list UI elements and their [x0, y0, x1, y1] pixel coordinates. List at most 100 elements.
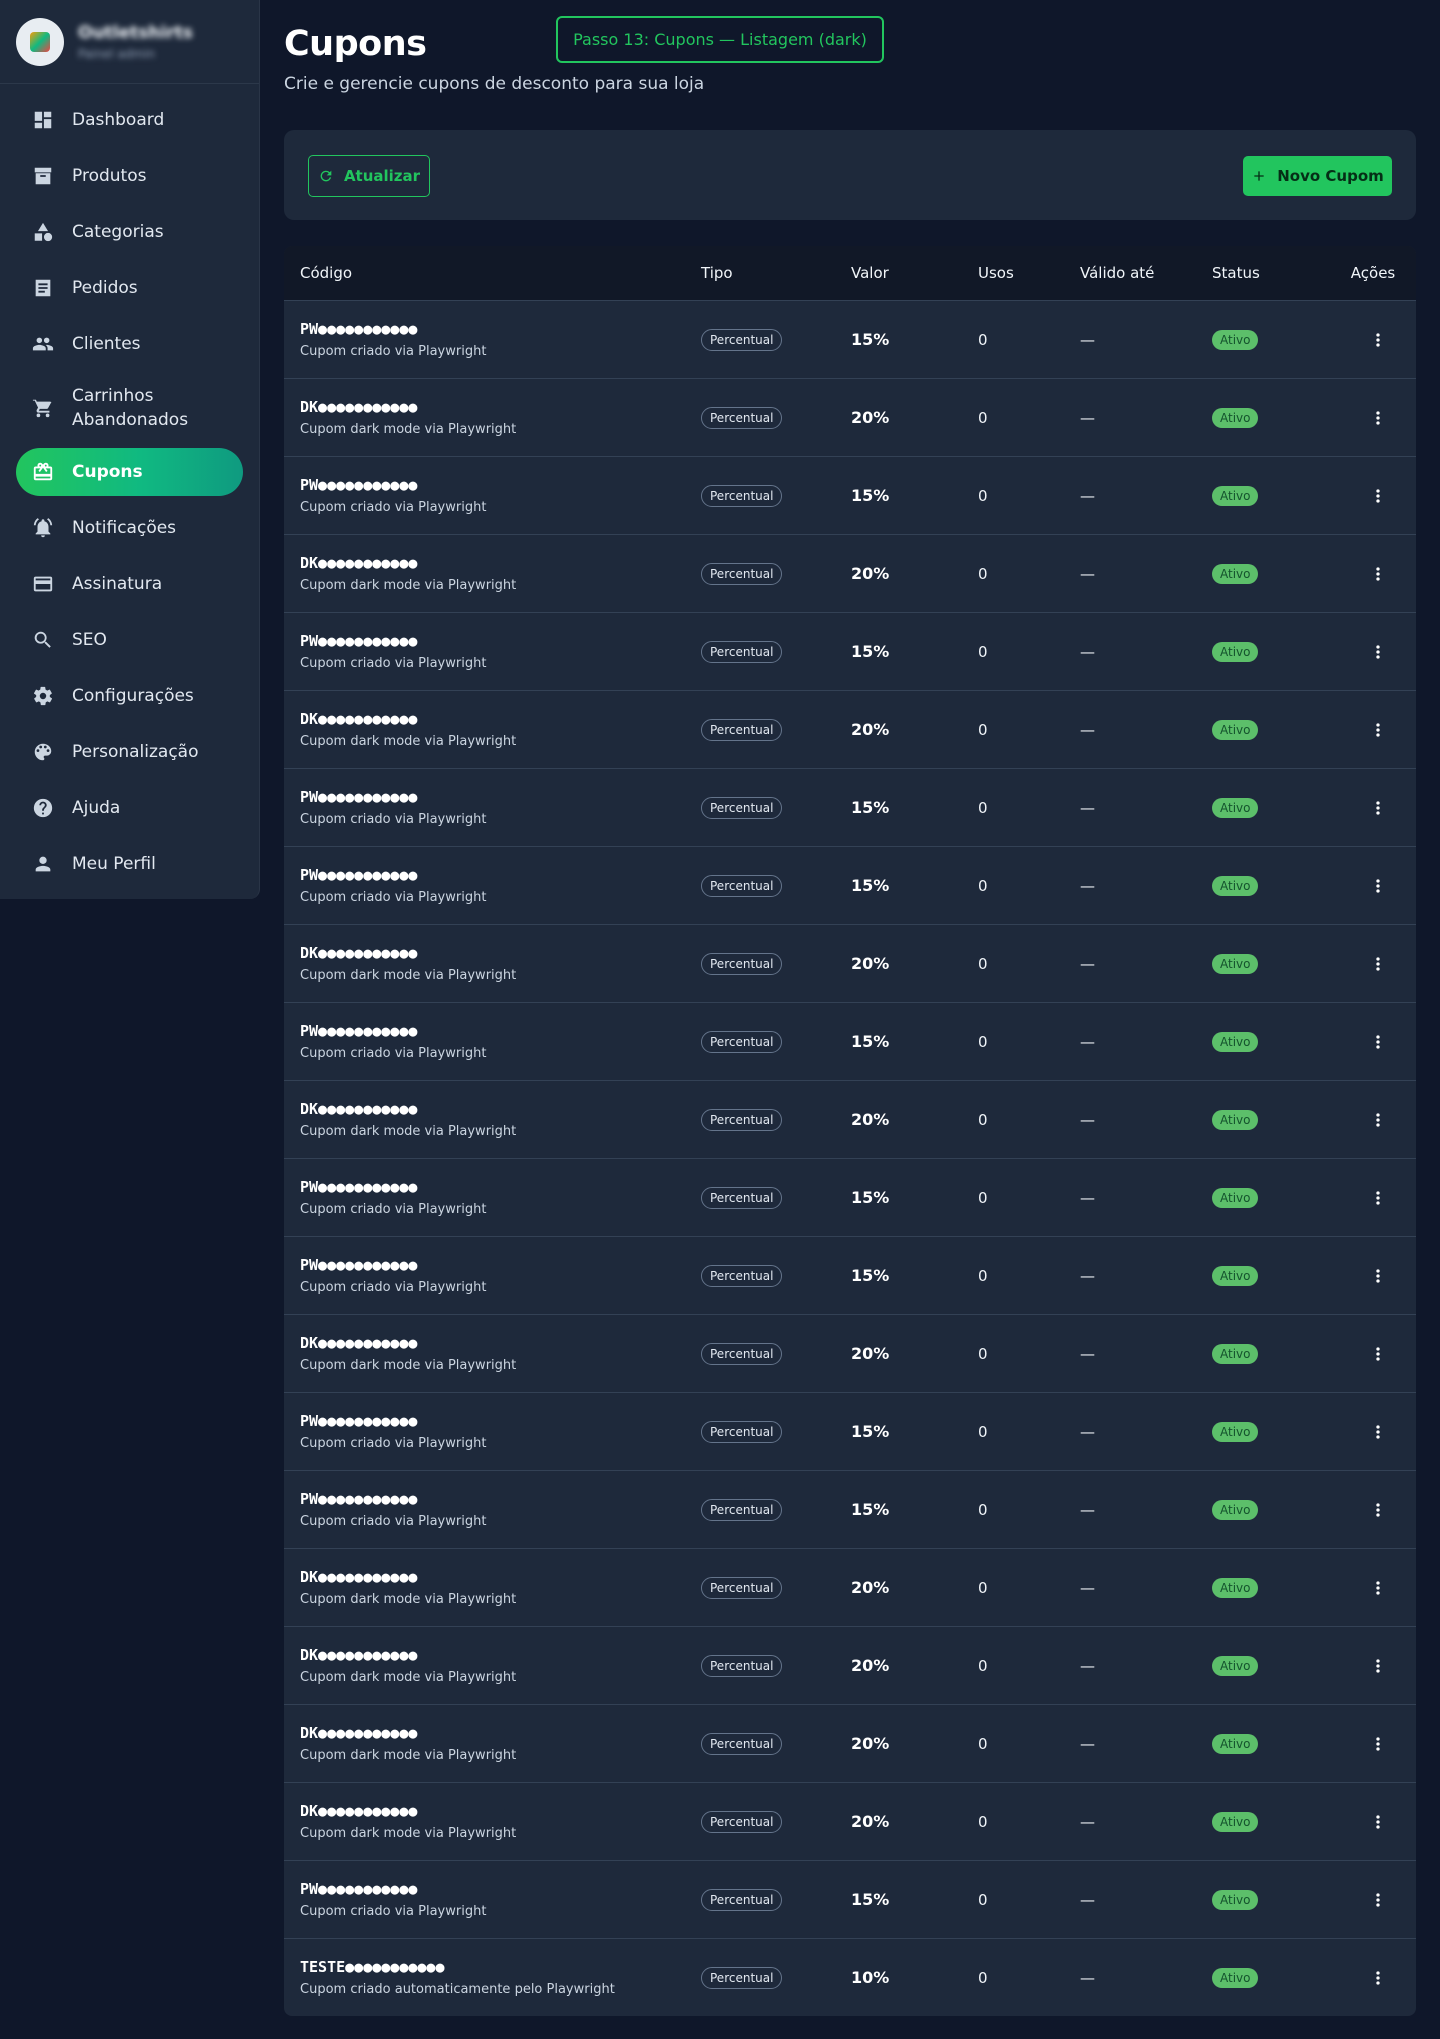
coupon-description: Cupom dark mode via Playwright [300, 422, 517, 437]
column-header-status[interactable]: Status [1212, 264, 1340, 282]
more-vert-icon[interactable] [1368, 1500, 1388, 1520]
sidebar-item-produtos[interactable]: Produtos [16, 152, 243, 200]
table-row[interactable]: DK●●●●●●●●●●● Cupom dark mode via Playwri… [284, 691, 1416, 769]
coupon-code: PW●●●●●●●●●●● [300, 1412, 418, 1430]
more-vert-icon[interactable] [1368, 1968, 1388, 1988]
table-row[interactable]: PW●●●●●●●●●●● Cupom criado via Playwright… [284, 1159, 1416, 1237]
store-header[interactable]: Outletshirts Painel admin [0, 0, 259, 84]
table-row[interactable]: DK●●●●●●●●●●● Cupom dark mode via Playwri… [284, 1705, 1416, 1783]
column-header-valor[interactable]: Valor [851, 264, 978, 282]
sidebar-item-ajuda[interactable]: Ajuda [16, 784, 243, 832]
sidebar-item-configuracoes[interactable]: Configurações [16, 672, 243, 720]
sidebar-item-clientes[interactable]: Clientes [16, 320, 243, 368]
more-vert-icon[interactable] [1368, 1032, 1388, 1052]
actions-cell [1340, 1890, 1416, 1910]
refresh-icon [320, 170, 332, 182]
column-header-tipo[interactable]: Tipo [701, 264, 851, 282]
table-row[interactable]: PW●●●●●●●●●●● Cupom criado via Playwright… [284, 847, 1416, 925]
more-vert-icon[interactable] [1368, 642, 1388, 662]
table-row[interactable]: DK●●●●●●●●●●● Cupom dark mode via Playwri… [284, 925, 1416, 1003]
sidebar-item-notificacoes[interactable]: Notificações [16, 504, 243, 552]
table-row[interactable]: DK●●●●●●●●●●● Cupom dark mode via Playwri… [284, 1783, 1416, 1861]
sidebar-item-personalizacao[interactable]: Personalização [16, 728, 243, 776]
new-coupon-button[interactable]: Novo Cupom [1243, 156, 1392, 196]
valid-until-cell: — [1080, 1266, 1095, 1285]
more-vert-icon[interactable] [1368, 330, 1388, 350]
sidebar-item-pedidos[interactable]: Pedidos [16, 264, 243, 312]
more-vert-icon[interactable] [1368, 876, 1388, 896]
status-badge: Ativo [1212, 1577, 1259, 1598]
type-cell: Percentual [701, 1654, 851, 1677]
more-vert-icon[interactable] [1368, 1578, 1388, 1598]
more-vert-icon[interactable] [1368, 1812, 1388, 1832]
value-cell: 15% [851, 1890, 978, 1909]
type-cell: Percentual [701, 640, 851, 663]
coupon-value: 15% [851, 1422, 890, 1441]
refresh-button[interactable]: Atualizar [308, 155, 430, 197]
more-vert-icon[interactable] [1368, 564, 1388, 584]
more-vert-icon[interactable] [1368, 1344, 1388, 1364]
more-vert-icon[interactable] [1368, 408, 1388, 428]
coupon-code-cell: PW●●●●●●●●●●● Cupom criado via Playwright [284, 476, 701, 515]
dashboard-icon [32, 109, 54, 131]
status-badge: Ativo [1212, 1031, 1259, 1052]
more-vert-icon[interactable] [1368, 798, 1388, 818]
more-vert-icon[interactable] [1368, 720, 1388, 740]
sidebar-item-categorias[interactable]: Categorias [16, 208, 243, 256]
toolbar: Atualizar Novo Cupom [284, 130, 1416, 220]
table-row[interactable]: PW●●●●●●●●●●● Cupom criado via Playwright… [284, 1471, 1416, 1549]
sidebar-item-assinatura[interactable]: Assinatura [16, 560, 243, 608]
valid-until-cell: — [1080, 1812, 1095, 1831]
uses-cell: 0 [978, 798, 988, 817]
sidebar-item-carrinhos[interactable]: Carrinhos Abandonados [16, 376, 243, 440]
sidebar-item-seo[interactable]: SEO [16, 616, 243, 664]
table-row[interactable]: PW●●●●●●●●●●● Cupom criado via Playwright… [284, 1003, 1416, 1081]
more-vert-icon[interactable] [1368, 1656, 1388, 1676]
column-header-usos[interactable]: Usos [978, 264, 1080, 282]
table-row[interactable]: PW●●●●●●●●●●● Cupom criado via Playwright… [284, 457, 1416, 535]
actions-cell [1340, 1032, 1416, 1052]
type-chip: Percentual [701, 1732, 783, 1755]
value-cell: 15% [851, 642, 978, 661]
table-row[interactable]: PW●●●●●●●●●●● Cupom criado via Playwright… [284, 1393, 1416, 1471]
table-row[interactable]: TESTE●●●●●●●●●●● Cupom criado automaticam… [284, 1939, 1416, 2016]
more-vert-icon[interactable] [1368, 954, 1388, 974]
table-row[interactable]: PW●●●●●●●●●●● Cupom criado via Playwright… [284, 769, 1416, 847]
more-vert-icon[interactable] [1368, 1266, 1388, 1286]
uses-cell: 0 [978, 1188, 988, 1207]
more-vert-icon[interactable] [1368, 1110, 1388, 1130]
status-cell: Ativo [1212, 1499, 1340, 1520]
more-vert-icon[interactable] [1368, 1734, 1388, 1754]
store-info: Outletshirts Painel admin [78, 23, 193, 61]
table-row[interactable]: DK●●●●●●●●●●● Cupom dark mode via Playwri… [284, 1549, 1416, 1627]
table-row[interactable]: DK●●●●●●●●●●● Cupom dark mode via Playwri… [284, 379, 1416, 457]
table-row[interactable]: DK●●●●●●●●●●● Cupom dark mode via Playwri… [284, 1081, 1416, 1159]
table-row[interactable]: DK●●●●●●●●●●● Cupom dark mode via Playwri… [284, 1315, 1416, 1393]
more-vert-icon[interactable] [1368, 1188, 1388, 1208]
coupon-value: 15% [851, 1890, 890, 1909]
table-row[interactable]: DK●●●●●●●●●●● Cupom dark mode via Playwri… [284, 1627, 1416, 1705]
table-row[interactable]: PW●●●●●●●●●●● Cupom criado via Playwright… [284, 1861, 1416, 1939]
coupon-value: 20% [851, 1656, 890, 1675]
type-chip: Percentual [701, 562, 783, 585]
more-vert-icon[interactable] [1368, 1890, 1388, 1910]
coupon-value: 20% [851, 408, 890, 427]
status-cell: Ativo [1212, 563, 1340, 584]
table-row[interactable]: PW●●●●●●●●●●● Cupom criado via Playwright… [284, 1237, 1416, 1315]
coupon-value: 15% [851, 330, 890, 349]
column-header-valido-ate[interactable]: Válido até [1080, 264, 1212, 282]
column-header-codigo[interactable]: Código [284, 264, 701, 282]
value-cell: 20% [851, 408, 978, 427]
coupon-description: Cupom dark mode via Playwright [300, 1592, 517, 1607]
type-chip: Percentual [701, 1888, 783, 1911]
sidebar-item-dashboard[interactable]: Dashboard [16, 96, 243, 144]
more-vert-icon[interactable] [1368, 486, 1388, 506]
sidebar-item-cupons[interactable]: Cupons [16, 448, 243, 496]
sidebar-item-meu-perfil[interactable]: Meu Perfil [16, 840, 243, 888]
table-row[interactable]: DK●●●●●●●●●●● Cupom dark mode via Playwri… [284, 535, 1416, 613]
sidebar-nav: Dashboard Produtos Categorias Pedidos Cl… [0, 84, 259, 888]
more-vert-icon[interactable] [1368, 1422, 1388, 1442]
table-row[interactable]: PW●●●●●●●●●●● Cupom criado via Playwright… [284, 301, 1416, 379]
table-row[interactable]: PW●●●●●●●●●●● Cupom criado via Playwright… [284, 613, 1416, 691]
coupon-description: Cupom criado via Playwright [300, 1436, 487, 1451]
